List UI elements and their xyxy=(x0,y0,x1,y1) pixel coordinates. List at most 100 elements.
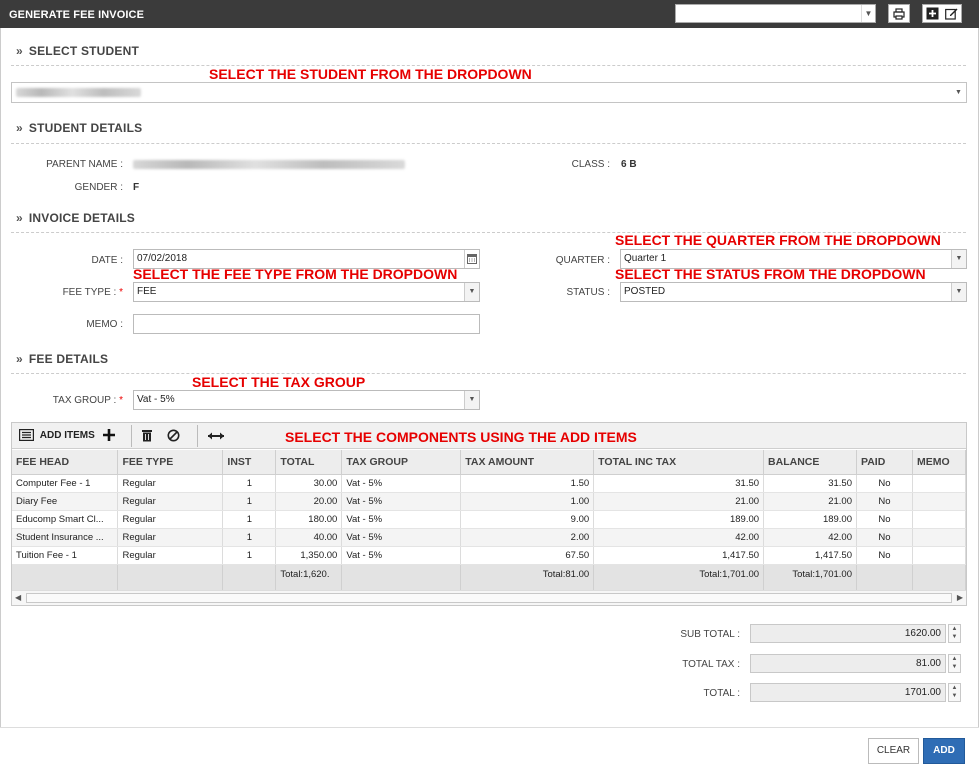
cancel-icon[interactable] xyxy=(167,429,180,442)
window-title: GENERATE FEE INVOICE xyxy=(9,9,145,21)
section-fee-details: » FEE DETAILS xyxy=(16,352,109,366)
table-cell: 1.00 xyxy=(460,492,595,511)
class-label: CLASS : xyxy=(571,159,610,170)
clear-button[interactable]: CLEAR xyxy=(868,738,919,764)
table-cell: Vat - 5% xyxy=(341,510,462,529)
scroll-right-icon[interactable]: ▶ xyxy=(957,593,963,602)
table-row[interactable]: Educomp Smart Cl... Regular 1 180.00 Vat - 5… xyxy=(12,510,967,529)
table-cell: Regular xyxy=(117,474,224,493)
table-cell: Regular xyxy=(117,546,224,565)
memo-input[interactable] xyxy=(133,314,480,334)
table-cell: 9.00 xyxy=(460,510,595,529)
table-cell xyxy=(912,492,967,511)
sub-total-field[interactable]: 1620.00 xyxy=(750,624,946,643)
student-select[interactable]: ▼ xyxy=(11,82,967,103)
window-titlebar: GENERATE FEE INVOICE ▼ xyxy=(0,0,979,28)
table-cell: 1 xyxy=(222,510,277,529)
chevron-down-icon: ▼ xyxy=(951,250,966,268)
column-header-tax-group[interactable]: TAX GROUP xyxy=(341,450,462,475)
horizontal-scrollbar[interactable]: ◀ ▶ xyxy=(12,590,966,605)
calendar-icon[interactable] xyxy=(464,250,479,268)
table-row[interactable]: Student Insurance ... Regular 1 40.00 Vat - … xyxy=(12,528,967,547)
table-cell: 31.50 xyxy=(763,474,857,493)
table-cell: 30.00 xyxy=(275,474,343,493)
table-cell: No xyxy=(856,528,913,547)
add-box-icon xyxy=(926,7,939,20)
table-body: Computer Fee - 1 Regular 1 30.00 Vat - 5% 1.5… xyxy=(12,474,967,565)
table-cell: 42.00 xyxy=(763,528,857,547)
tax-group-select[interactable]: Vat - 5% ▼ xyxy=(133,390,480,410)
divider xyxy=(11,373,966,374)
total-tax-field[interactable]: 81.00 xyxy=(750,654,946,673)
table-row[interactable]: Computer Fee - 1 Regular 1 30.00 Vat - 5% 1.5… xyxy=(12,474,967,493)
delete-icon[interactable] xyxy=(141,429,153,442)
table-row[interactable]: Diary Fee Regular 1 20.00 Vat - 5% 1.00 21.00 2… xyxy=(12,492,967,511)
chevron-down-icon: ▼ xyxy=(464,283,479,301)
annotation-fee-type: SELECT THE FEE TYPE FROM THE DROPDOWN xyxy=(133,266,458,282)
total-tax-spinner[interactable]: ▲ ▼ xyxy=(948,654,961,673)
footer-tax-amount: Total:81.00 xyxy=(460,564,595,591)
table-cell: No xyxy=(856,492,913,511)
total-spinner[interactable]: ▲ ▼ xyxy=(948,683,961,702)
column-header-fee-type[interactable]: FEE TYPE xyxy=(117,450,224,475)
annotation-status: SELECT THE STATUS FROM THE DROPDOWN xyxy=(615,266,926,282)
table-cell: 20.00 xyxy=(275,492,343,511)
column-header-paid[interactable]: PAID xyxy=(856,450,913,475)
status-label: STATUS : xyxy=(566,287,610,298)
status-select[interactable]: POSTED ▼ xyxy=(620,282,967,302)
table-row[interactable]: Tuition Fee - 1 Regular 1 1,350.00 Vat - 5% 6… xyxy=(12,546,967,565)
quarter-label: QUARTER : xyxy=(555,255,610,266)
add-items-label: ADD ITEMS xyxy=(39,429,95,441)
footer-balance: Total:1,701.00 xyxy=(763,564,857,591)
section-select-student: » SELECT STUDENT xyxy=(16,44,140,58)
fee-type-select[interactable]: FEE ▼ xyxy=(133,282,480,302)
table-cell: 1 xyxy=(222,546,277,565)
section-student-details: » STUDENT DETAILS xyxy=(16,121,143,135)
table-cell: 1,350.00 xyxy=(275,546,343,565)
column-header-total[interactable]: TOTAL xyxy=(275,450,343,475)
table-cell: Vat - 5% xyxy=(341,528,462,547)
table-cell: 1,417.50 xyxy=(593,546,765,565)
column-header-inst[interactable]: INST xyxy=(222,450,277,475)
column-header-tax-amount[interactable]: TAX AMOUNT xyxy=(460,450,595,475)
annotation-tax-group: SELECT THE TAX GROUP xyxy=(192,374,366,390)
scrollbar-thumb[interactable] xyxy=(26,593,952,603)
top-select[interactable]: ▼ xyxy=(675,4,876,23)
footer-total-inc-tax: Total:1,701.00 xyxy=(593,564,765,591)
add-button[interactable]: ADD xyxy=(923,738,965,764)
resize-columns-icon[interactable] xyxy=(207,431,225,441)
quarter-value: Quarter 1 xyxy=(624,253,667,264)
add-edit-buttons[interactable] xyxy=(922,4,962,23)
add-items-button[interactable]: ADD ITEMS xyxy=(19,429,115,442)
table-cell: 40.00 xyxy=(275,528,343,547)
sub-total-spinner[interactable]: ▲ ▼ xyxy=(948,624,961,643)
chevron-down-icon: ▼ xyxy=(861,5,875,22)
table-header-row: FEE HEAD FEE TYPE INST TOTAL TAX GROUP T… xyxy=(12,450,967,475)
double-chevron-icon: » xyxy=(16,352,23,366)
tax-group-value: Vat - 5% xyxy=(137,394,175,405)
gender-label: GENDER : xyxy=(74,182,123,193)
table-cell: No xyxy=(856,474,913,493)
double-chevron-icon: » xyxy=(16,121,23,135)
column-header-total-inc-tax[interactable]: TOTAL INC TAX xyxy=(593,450,765,475)
table-cell: 1,417.50 xyxy=(763,546,857,565)
column-header-memo[interactable]: MEMO xyxy=(912,450,967,475)
table-cell: Computer Fee - 1 xyxy=(12,474,119,493)
table-cell: Regular xyxy=(117,510,224,529)
table-cell: 1 xyxy=(222,474,277,493)
scroll-left-icon[interactable]: ◀ xyxy=(15,593,21,602)
table-cell: 67.50 xyxy=(460,546,595,565)
dialog-footer xyxy=(0,727,979,767)
total-field[interactable]: 1701.00 xyxy=(750,683,946,702)
total-label: TOTAL : xyxy=(703,688,741,699)
column-header-balance[interactable]: BALANCE xyxy=(763,450,857,475)
print-button[interactable] xyxy=(888,4,910,23)
table-cell: 180.00 xyxy=(275,510,343,529)
table-cell: Educomp Smart Cl... xyxy=(12,510,119,529)
total-tax-label: TOTAL TAX : xyxy=(682,659,740,670)
column-header-fee-head[interactable]: FEE HEAD xyxy=(12,450,119,475)
fee-type-label: FEE TYPE : * xyxy=(62,287,123,298)
double-chevron-icon: » xyxy=(16,211,23,225)
table-cell: 21.00 xyxy=(763,492,857,511)
divider xyxy=(11,143,966,144)
